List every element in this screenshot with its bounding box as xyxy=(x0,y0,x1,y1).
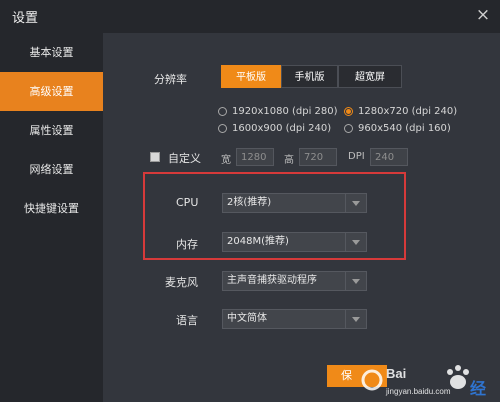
microphone-select[interactable]: 主声音捕获驱动程序 xyxy=(222,271,367,291)
sidebar: 基本设置 高级设置 属性设置 网络设置 快捷键设置 xyxy=(0,33,103,402)
microphone-label: 麦克风 xyxy=(165,276,198,289)
window-title: 设置 xyxy=(12,11,39,26)
resolution-option-label: 1920x1080 (dpi 280) xyxy=(232,106,338,117)
radio-icon xyxy=(218,124,227,133)
close-icon[interactable]: × xyxy=(472,4,494,26)
title-bar: 设置 × xyxy=(0,0,500,33)
language-label: 语言 xyxy=(176,314,198,327)
resolution-option-label: 1280x720 (dpi 240) xyxy=(358,106,458,117)
sidebar-item-property-settings[interactable]: 属性设置 xyxy=(0,111,103,150)
chevron-down-icon xyxy=(345,194,366,212)
language-select[interactable]: 中文简体 xyxy=(222,309,367,329)
resolution-option-1600x900[interactable]: 1600x900 (dpi 240) xyxy=(218,123,331,134)
height-label: 高 xyxy=(284,155,294,166)
tab-phone[interactable]: 手机版 xyxy=(281,65,338,88)
memory-select[interactable]: 2048M(推荐) xyxy=(222,232,367,252)
svg-text:jingyan.baidu.com: jingyan.baidu.com xyxy=(385,387,451,396)
width-label: 宽 xyxy=(221,155,231,166)
height-field[interactable]: 720 xyxy=(299,148,337,166)
sidebar-item-shortcut-settings[interactable]: 快捷键设置 xyxy=(0,189,103,228)
memory-value: 2048M(推荐) xyxy=(227,236,289,247)
tab-ultrawide[interactable]: 超宽屏 xyxy=(338,65,402,88)
cpu-label: CPU xyxy=(176,196,199,209)
resolution-option-label: 960x540 (dpi 160) xyxy=(358,123,451,134)
sidebar-item-basic-settings[interactable]: 基本设置 xyxy=(0,33,103,72)
resolution-option-label: 1600x900 (dpi 240) xyxy=(232,123,332,134)
custom-label: 自定义 xyxy=(168,152,201,165)
svg-text:Bai: Bai xyxy=(386,366,406,381)
resolution-option-1920x1080[interactable]: 1920x1080 (dpi 280) xyxy=(218,106,338,117)
custom-checkbox[interactable] xyxy=(150,152,160,162)
radio-icon xyxy=(218,107,227,116)
dpi-field[interactable]: 240 xyxy=(370,148,408,166)
cpu-select[interactable]: 2核(推荐) xyxy=(222,193,367,213)
chevron-down-icon xyxy=(345,233,366,251)
cpu-value: 2核(推荐) xyxy=(227,197,272,208)
radio-selected-icon xyxy=(344,107,353,116)
language-value: 中文简体 xyxy=(227,313,267,324)
tab-tablet[interactable]: 平板版 xyxy=(221,65,281,88)
microphone-value: 主声音捕获驱动程序 xyxy=(227,275,317,286)
baidu-watermark-logo: Bai jingyan.baidu.com 经 xyxy=(361,365,486,398)
resolution-option-960x540[interactable]: 960x540 (dpi 160) xyxy=(344,123,451,134)
chevron-down-icon xyxy=(345,310,366,328)
chevron-down-icon xyxy=(345,272,366,290)
dpi-label: DPI xyxy=(348,151,365,162)
sidebar-item-network-settings[interactable]: 网络设置 xyxy=(0,150,103,189)
width-field[interactable]: 1280 xyxy=(236,148,274,166)
resolution-label: 分辨率 xyxy=(154,73,187,86)
sidebar-item-advanced-settings[interactable]: 高级设置 xyxy=(0,72,103,111)
resolution-option-1280x720[interactable]: 1280x720 (dpi 240) xyxy=(344,106,457,117)
svg-text:经: 经 xyxy=(470,379,486,398)
memory-label: 内存 xyxy=(176,238,198,251)
radio-icon xyxy=(344,124,353,133)
